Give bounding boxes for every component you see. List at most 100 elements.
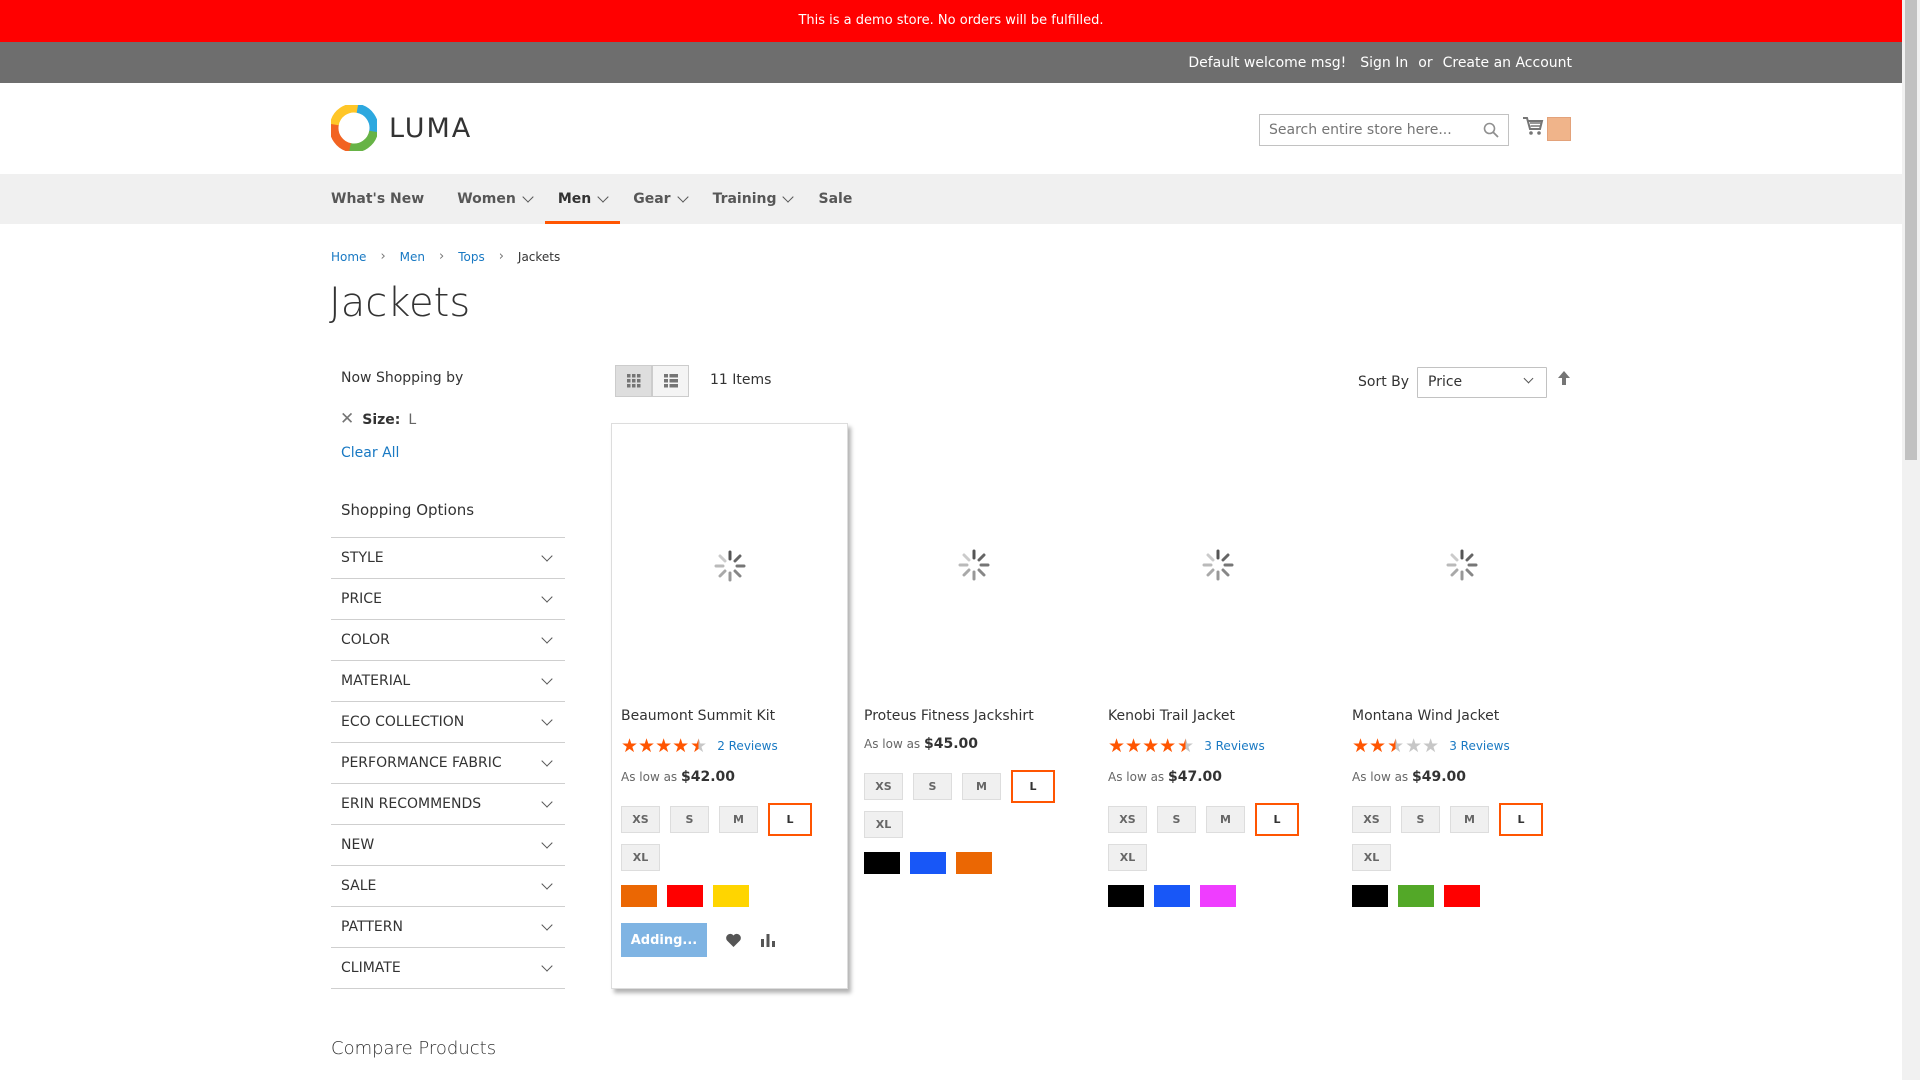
scrollbar-thumb[interactable] — [1905, 0, 1917, 460]
product-name[interactable]: Beaumont Summit Kit — [621, 708, 847, 728]
color-swatch-red[interactable] — [667, 885, 703, 907]
product-card[interactable]: Montana Wind Jacket ★★ ★ ★★ 3 Reviews As l… — [1343, 423, 1580, 907]
size-option-xl[interactable]: XL — [621, 844, 660, 871]
size-option-m[interactable]: M — [962, 773, 1001, 800]
product-card[interactable]: Beaumont Summit Kit ★★★★ ★ 2 Reviews As l… — [611, 423, 848, 989]
color-swatch-blue[interactable] — [1154, 885, 1190, 907]
color-swatch-orange[interactable] — [956, 852, 992, 874]
product-actions: Adding... — [621, 923, 847, 957]
compare-icon[interactable] — [760, 933, 776, 947]
chevron-down-icon — [541, 755, 553, 767]
nav-item-men[interactable]: Men — [544, 174, 621, 224]
search-icon[interactable] — [1483, 122, 1499, 138]
size-option-s[interactable]: S — [1157, 806, 1196, 833]
breadcrumb-home[interactable]: Home — [331, 250, 366, 264]
size-option-xs[interactable]: XS — [864, 773, 903, 800]
list-mode-button[interactable] — [652, 365, 689, 397]
color-swatch-purple[interactable] — [1200, 885, 1236, 907]
breadcrumb-tops[interactable]: Tops — [458, 250, 485, 264]
size-option-m[interactable]: M — [1206, 806, 1245, 833]
color-swatch-green[interactable] — [1398, 885, 1434, 907]
nav-item-whats-new[interactable]: What's New — [331, 174, 437, 224]
filter-option-sale[interactable]: SALE — [331, 866, 565, 907]
product-name[interactable]: Montana Wind Jacket — [1352, 708, 1580, 728]
filter-option-style[interactable]: STYLE — [331, 538, 565, 579]
size-option-xs[interactable]: XS — [1108, 806, 1147, 833]
size-option-s[interactable]: S — [913, 773, 952, 800]
size-option-m[interactable]: M — [1450, 806, 1489, 833]
size-option-xl[interactable]: XL — [1108, 844, 1147, 871]
nav-item-women[interactable]: Women — [437, 174, 545, 224]
filter-option-eco-collection[interactable]: ECO COLLECTION — [331, 702, 565, 743]
color-swatch-blue[interactable] — [910, 852, 946, 874]
size-option-l[interactable]: L — [1499, 803, 1543, 836]
grid-mode-button[interactable] — [615, 365, 652, 397]
or-text: or — [1418, 54, 1433, 71]
size-option-xs[interactable]: XS — [621, 806, 660, 833]
filter-option-pattern[interactable]: PATTERN — [331, 907, 565, 948]
size-option-l[interactable]: L — [768, 803, 812, 836]
add-to-cart-button[interactable]: Adding... — [621, 923, 707, 957]
nav-item-sale[interactable]: Sale — [805, 174, 865, 224]
now-shopping-title: Now Shopping by — [341, 370, 464, 386]
chevron-down-icon — [597, 191, 609, 203]
product-name[interactable]: Proteus Fitness Jackshirt — [864, 708, 1092, 728]
product-card[interactable]: Kenobi Trail Jacket ★★★★ ★ 3 Reviews As l… — [1099, 423, 1336, 907]
sort-direction-arrow-icon[interactable] — [1557, 370, 1571, 386]
sign-in-link[interactable]: Sign In — [1360, 55, 1408, 71]
filter-option-climate[interactable]: CLIMATE — [331, 948, 565, 989]
minicart-avatar[interactable] — [1547, 117, 1571, 141]
product-image[interactable] — [612, 424, 847, 707]
color-swatch-orange[interactable] — [621, 885, 657, 907]
product-name[interactable]: Kenobi Trail Jacket — [1108, 708, 1336, 728]
product-image[interactable] — [855, 423, 1092, 707]
search-input[interactable] — [1269, 115, 1479, 145]
size-swatches: XS S M L XL — [621, 803, 821, 871]
wishlist-heart-icon[interactable] — [725, 933, 742, 948]
size-option-xs[interactable]: XS — [1352, 806, 1391, 833]
filter-option-performance-fabric[interactable]: PERFORMANCE FABRIC — [331, 743, 565, 784]
nav-item-training[interactable]: Training — [700, 174, 806, 224]
size-option-s[interactable]: S — [670, 806, 709, 833]
reviews-link[interactable]: 2 Reviews — [717, 739, 778, 753]
cart-icon[interactable] — [1522, 116, 1544, 136]
size-option-m[interactable]: M — [719, 806, 758, 833]
product-card[interactable]: Proteus Fitness Jackshirt As low as $45.… — [855, 423, 1092, 874]
clear-all-link[interactable]: Clear All — [331, 445, 565, 461]
color-swatch-black[interactable] — [864, 852, 900, 874]
create-account-link[interactable]: Create an Account — [1443, 55, 1572, 71]
page-scrollbar[interactable] — [1902, 0, 1920, 1080]
reviews-link[interactable]: 3 Reviews — [1204, 739, 1265, 753]
logo[interactable]: LUMA — [331, 105, 472, 151]
product-rating: ★★★★★ 3 Reviews — [1352, 735, 1580, 757]
product-image[interactable] — [1343, 423, 1580, 707]
size-option-l[interactable]: L — [1255, 803, 1299, 836]
color-swatch-black[interactable] — [1352, 885, 1388, 907]
filter-option-erin-recommends[interactable]: ERIN RECOMMENDS — [331, 784, 565, 825]
chevron-down-icon — [541, 878, 553, 890]
nav-item-label: Sale — [818, 191, 853, 207]
sort-by-select[interactable]: Price — [1417, 367, 1547, 398]
size-option-xl[interactable]: XL — [864, 811, 903, 838]
half-star-icon: ★ — [1177, 735, 1195, 757]
nav-item-gear[interactable]: Gear — [620, 174, 699, 224]
rating-stars: ★★★★★ — [1352, 735, 1439, 757]
color-swatch-red[interactable] — [1444, 885, 1480, 907]
filter-option-label: PRICE — [341, 591, 382, 607]
size-option-s[interactable]: S — [1401, 806, 1440, 833]
breadcrumb-men[interactable]: Men — [400, 250, 425, 264]
filter-option-color[interactable]: COLOR — [331, 620, 565, 661]
size-option-xl[interactable]: XL — [1352, 844, 1391, 871]
remove-filter-icon[interactable]: ✕ — [340, 411, 354, 428]
reviews-link[interactable]: 3 Reviews — [1449, 739, 1510, 753]
filter-option-material[interactable]: MATERIAL — [331, 661, 565, 702]
product-price: As low as $49.00 — [1352, 769, 1580, 785]
color-swatch-black[interactable] — [1108, 885, 1144, 907]
color-swatch-yellow[interactable] — [713, 885, 749, 907]
star-icon: ★★★★ — [621, 735, 690, 757]
filter-option-price[interactable]: PRICE — [331, 579, 565, 620]
size-option-l[interactable]: L — [1011, 770, 1055, 803]
search-box[interactable] — [1259, 114, 1509, 146]
product-image[interactable] — [1099, 423, 1336, 707]
filter-option-new[interactable]: NEW — [331, 825, 565, 866]
